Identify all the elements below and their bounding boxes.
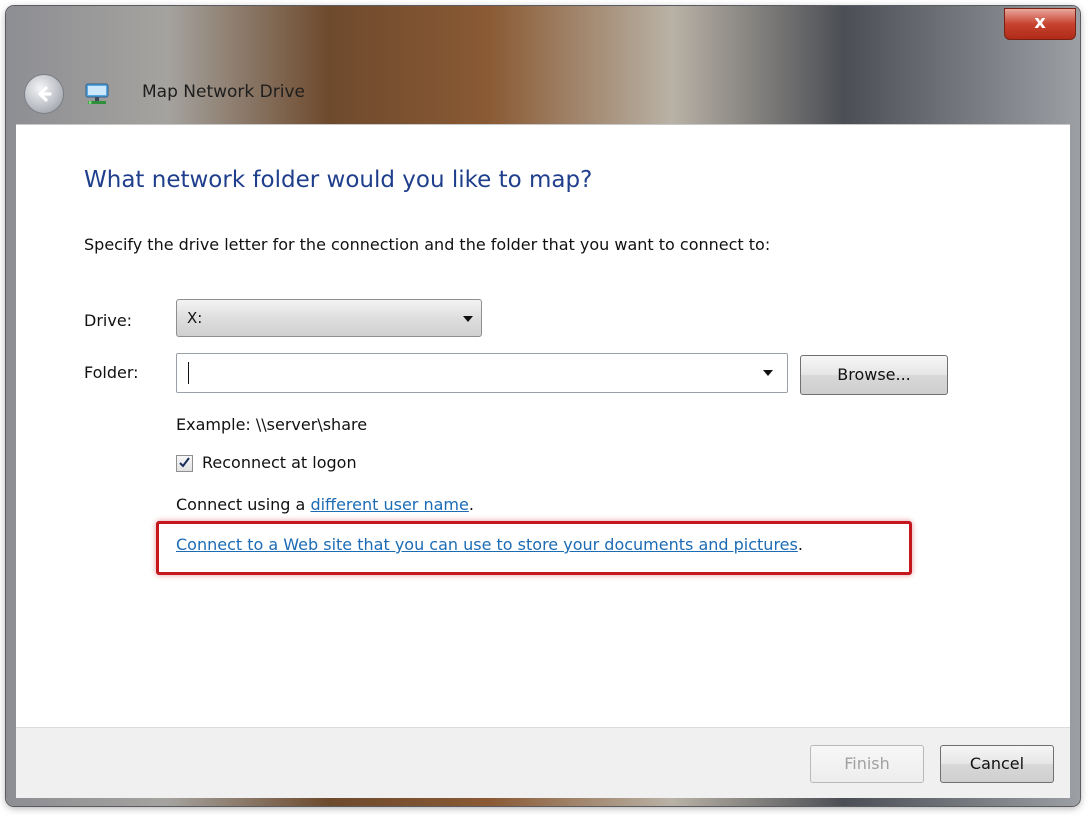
window-title: Map Network Drive xyxy=(142,82,305,102)
instruction-text: Specify the drive letter for the connect… xyxy=(84,235,771,254)
cancel-button[interactable]: Cancel xyxy=(940,745,1054,783)
connect-using-suffix: . xyxy=(468,495,474,514)
drive-dropdown-value: X: xyxy=(187,309,203,327)
close-icon: x xyxy=(1034,12,1046,33)
different-user-link[interactable]: different user name xyxy=(310,495,468,514)
page-title: What network folder would you like to ma… xyxy=(84,167,593,193)
chevron-down-icon[interactable] xyxy=(763,370,773,376)
close-button[interactable]: x xyxy=(1004,8,1076,40)
example-text: Example: \\server\share xyxy=(176,415,368,434)
dialog-content: What network folder would you like to ma… xyxy=(16,124,1070,728)
checkmark-icon xyxy=(179,457,190,468)
reconnect-checkbox[interactable] xyxy=(176,455,193,472)
finish-button[interactable]: Finish xyxy=(810,745,924,783)
connect-using-prefix: Connect using a xyxy=(176,495,311,514)
map-network-drive-window: x Map Network Drive What network folder … xyxy=(6,6,1080,806)
network-drive-icon xyxy=(85,83,109,104)
dialog-footer: Finish Cancel xyxy=(16,727,1070,798)
back-arrow-icon xyxy=(38,86,52,102)
back-button[interactable] xyxy=(24,74,64,114)
chevron-down-icon xyxy=(463,316,473,322)
text-cursor xyxy=(188,362,189,384)
web-site-link[interactable]: Connect to a Web site that you can use t… xyxy=(176,535,798,554)
connect-using-text: Connect using a different user name. xyxy=(176,495,474,514)
web-site-suffix: . xyxy=(797,535,803,554)
drive-dropdown[interactable]: X: xyxy=(176,299,482,337)
folder-combobox[interactable] xyxy=(176,353,788,393)
title-bar: x Map Network Drive xyxy=(6,6,1080,124)
browse-button[interactable]: Browse... xyxy=(800,355,948,395)
web-site-option: Connect to a Web site that you can use t… xyxy=(176,535,803,554)
reconnect-label: Reconnect at logon xyxy=(202,453,357,472)
folder-label: Folder: xyxy=(84,363,139,382)
folder-input[interactable] xyxy=(179,356,749,390)
drive-label: Drive: xyxy=(84,311,133,330)
